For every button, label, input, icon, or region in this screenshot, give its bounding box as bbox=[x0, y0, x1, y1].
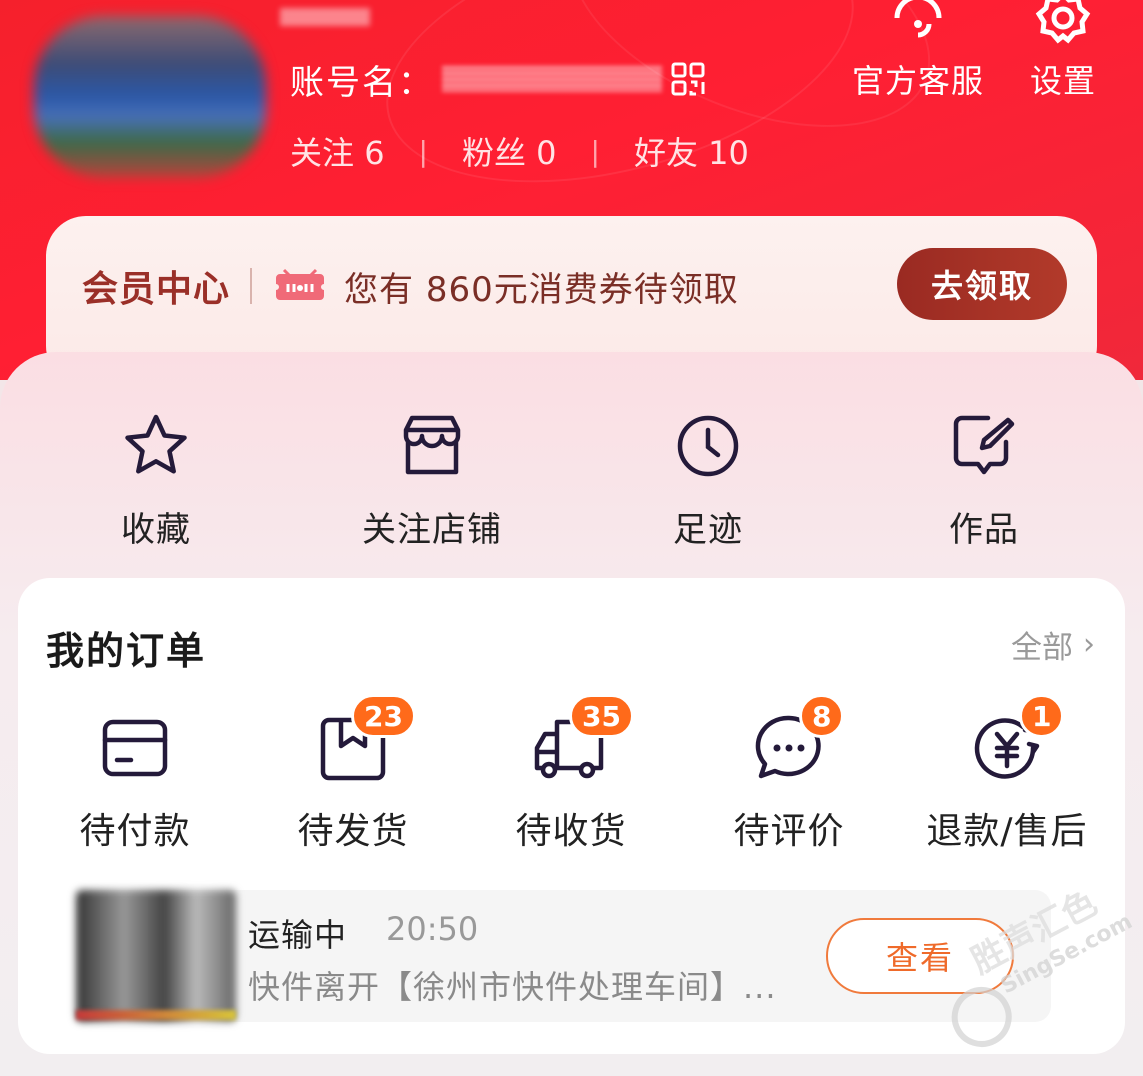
quick-link-label: 关注店铺 bbox=[362, 510, 502, 550]
order-refund-after-sales[interactable]: 1 退款/售后 bbox=[902, 694, 1112, 854]
username-blurred bbox=[280, 8, 370, 26]
order-pending-receipt[interactable]: 35 待收货 bbox=[466, 694, 676, 854]
quick-link-label: 收藏 bbox=[121, 510, 191, 550]
edit-icon bbox=[953, 415, 1015, 475]
order-count-badge: 35 bbox=[569, 694, 634, 738]
claim-coupon-button[interactable]: 去领取 bbox=[897, 248, 1067, 320]
customer-service-button[interactable]: 官方客服 bbox=[848, 0, 988, 102]
member-center-title: 会员中心 bbox=[82, 269, 231, 310]
headset-icon bbox=[894, 0, 942, 38]
order-status-label: 待评价 bbox=[733, 811, 845, 852]
quick-link-footprints[interactable]: 足迹 bbox=[608, 410, 808, 551]
order-status-label: 退款/售后 bbox=[926, 811, 1088, 852]
settings-button[interactable]: 设置 bbox=[1020, 0, 1106, 102]
quick-link-label: 足迹 bbox=[673, 510, 743, 550]
clock-icon bbox=[677, 415, 739, 477]
order-count-badge: 1 bbox=[1019, 694, 1065, 738]
account-row: 账号名： bbox=[290, 56, 706, 103]
card-icon bbox=[102, 719, 168, 777]
quick-link-favorites[interactable]: 收藏 bbox=[56, 410, 256, 551]
orders-title: 我的订单 bbox=[46, 629, 207, 673]
quick-link-label: 作品 bbox=[949, 510, 1019, 550]
shipment-description: 快件离开【徐州市快件处理车间】... bbox=[248, 968, 777, 1006]
coupon-icon bbox=[276, 268, 325, 300]
order-status-label: 待付款 bbox=[79, 811, 191, 852]
order-status-label: 待收货 bbox=[515, 811, 627, 852]
social-stats: 关注 6 | 粉丝 0 | 好友 10 bbox=[290, 130, 749, 172]
store-icon bbox=[403, 415, 461, 475]
member-divider bbox=[250, 268, 253, 304]
profile-page: 账号名： 关注 6 | 粉丝 0 | 好友 10 官方客服 设置 会员中心 您有… bbox=[0, 0, 1143, 1076]
gear-icon bbox=[1035, 0, 1091, 44]
view-all-label: 全部 bbox=[1011, 630, 1073, 666]
stat-fans[interactable]: 粉丝 0 bbox=[462, 128, 557, 174]
stat-friends[interactable]: 好友 10 bbox=[634, 128, 749, 174]
stat-divider: | bbox=[418, 134, 428, 168]
quick-link-works[interactable]: 作品 bbox=[884, 410, 1084, 551]
account-value-blurred bbox=[442, 66, 662, 92]
quick-links: 收藏 关注店铺 足迹 作品 bbox=[0, 410, 1143, 550]
order-pending-payment[interactable]: 待付款 bbox=[30, 708, 240, 854]
order-count-badge: 23 bbox=[351, 694, 416, 738]
avatar[interactable] bbox=[34, 16, 266, 178]
coupon-message: 您有 860元消费券待领取 bbox=[344, 269, 739, 310]
order-pending-shipment[interactable]: 23 待发货 bbox=[248, 694, 458, 854]
shipment-time: 20:50 bbox=[386, 910, 479, 948]
shipment-tracking-card[interactable]: 运输中 20:50 快件离开【徐州市快件处理车间】... 查看 bbox=[76, 890, 1051, 1022]
qr-code-icon[interactable] bbox=[670, 61, 706, 97]
product-thumbnail-blurred bbox=[76, 1010, 236, 1020]
account-label: 账号名： bbox=[290, 62, 434, 103]
view-all-orders-link[interactable]: 全部 › bbox=[1011, 622, 1095, 667]
product-thumbnail-blurred bbox=[76, 890, 236, 1022]
order-count-badge: 8 bbox=[799, 694, 845, 738]
star-icon bbox=[125, 414, 187, 474]
stat-divider: | bbox=[590, 134, 600, 168]
order-status-label: 待发货 bbox=[297, 811, 409, 852]
quick-link-followed-stores[interactable]: 关注店铺 bbox=[332, 410, 532, 551]
settings-label: 设置 bbox=[1029, 62, 1096, 100]
stat-following[interactable]: 关注 6 bbox=[290, 128, 385, 174]
customer-service-label: 官方客服 bbox=[851, 62, 984, 100]
order-pending-review[interactable]: 8 待评价 bbox=[684, 694, 894, 854]
shipment-status: 运输中 bbox=[248, 916, 348, 954]
chevron-right-icon: › bbox=[1083, 627, 1095, 662]
